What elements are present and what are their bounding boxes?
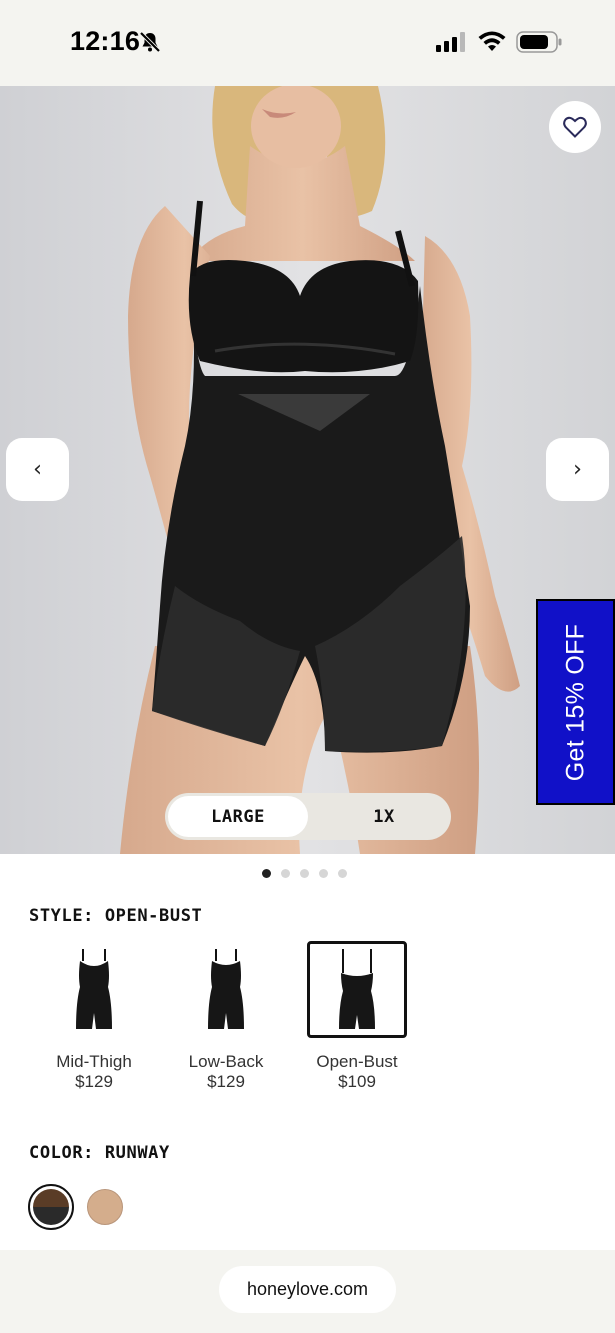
battery-icon xyxy=(516,31,562,53)
swatch-nude-fill xyxy=(87,1189,123,1225)
size-toggle: LARGE 1X xyxy=(165,793,451,840)
chevron-left-icon: ‹ xyxy=(33,457,42,482)
carousel-dot[interactable] xyxy=(338,869,347,878)
bodysuit-low-back-thumbnail xyxy=(208,948,244,1029)
bodysuit-mid-thigh-thumbnail xyxy=(76,948,112,1029)
heart-icon xyxy=(563,116,587,138)
wishlist-button[interactable] xyxy=(549,101,601,153)
bell-slash-icon xyxy=(139,31,161,53)
carousel-dot[interactable] xyxy=(262,869,271,878)
carousel-dot[interactable] xyxy=(281,869,290,878)
style-label: STYLE: OPEN-BUST xyxy=(29,906,203,926)
style-name-open-bust: Open-Bust xyxy=(316,1052,398,1071)
swatch-runway-fill xyxy=(33,1189,69,1225)
style-option-low-back[interactable] xyxy=(176,941,276,1038)
style-name-low-back: Low-Back xyxy=(188,1052,264,1071)
wifi-icon xyxy=(478,31,506,51)
style-option-open-bust[interactable] xyxy=(307,941,407,1038)
carousel-dots xyxy=(262,869,347,878)
carousel-dot[interactable] xyxy=(319,869,328,878)
product-image-carousel[interactable]: ‹ › LARGE 1X Get 15% OFF xyxy=(0,86,615,854)
style-option-mid-thigh[interactable] xyxy=(44,941,144,1038)
carousel-dot[interactable] xyxy=(300,869,309,878)
style-price-open-bust: $109 xyxy=(338,1072,376,1091)
url-field[interactable]: honeylove.com xyxy=(219,1266,396,1313)
product-photo xyxy=(0,86,615,854)
chevron-right-icon: › xyxy=(573,457,582,482)
status-bar: 12:16 xyxy=(0,0,615,86)
color-swatch-nude[interactable] xyxy=(82,1184,128,1230)
promo-label: Get 15% OFF xyxy=(561,623,590,781)
cellular-signal-icon xyxy=(436,32,465,52)
style-name-mid-thigh: Mid-Thigh xyxy=(56,1052,132,1071)
color-label: COLOR: RUNWAY xyxy=(29,1143,170,1163)
status-time: 12:16 xyxy=(70,26,141,56)
promo-tab[interactable]: Get 15% OFF xyxy=(536,599,615,805)
style-price-mid-thigh: $129 xyxy=(75,1072,113,1091)
bodysuit-open-bust-thumbnail xyxy=(339,948,375,1029)
style-price-low-back: $129 xyxy=(207,1072,245,1091)
size-option-large[interactable]: LARGE xyxy=(168,796,308,837)
previous-image-button[interactable]: ‹ xyxy=(6,438,69,501)
next-image-button[interactable]: › xyxy=(546,438,609,501)
size-option-1x[interactable]: 1X xyxy=(325,796,443,837)
color-swatch-runway[interactable] xyxy=(28,1184,74,1230)
